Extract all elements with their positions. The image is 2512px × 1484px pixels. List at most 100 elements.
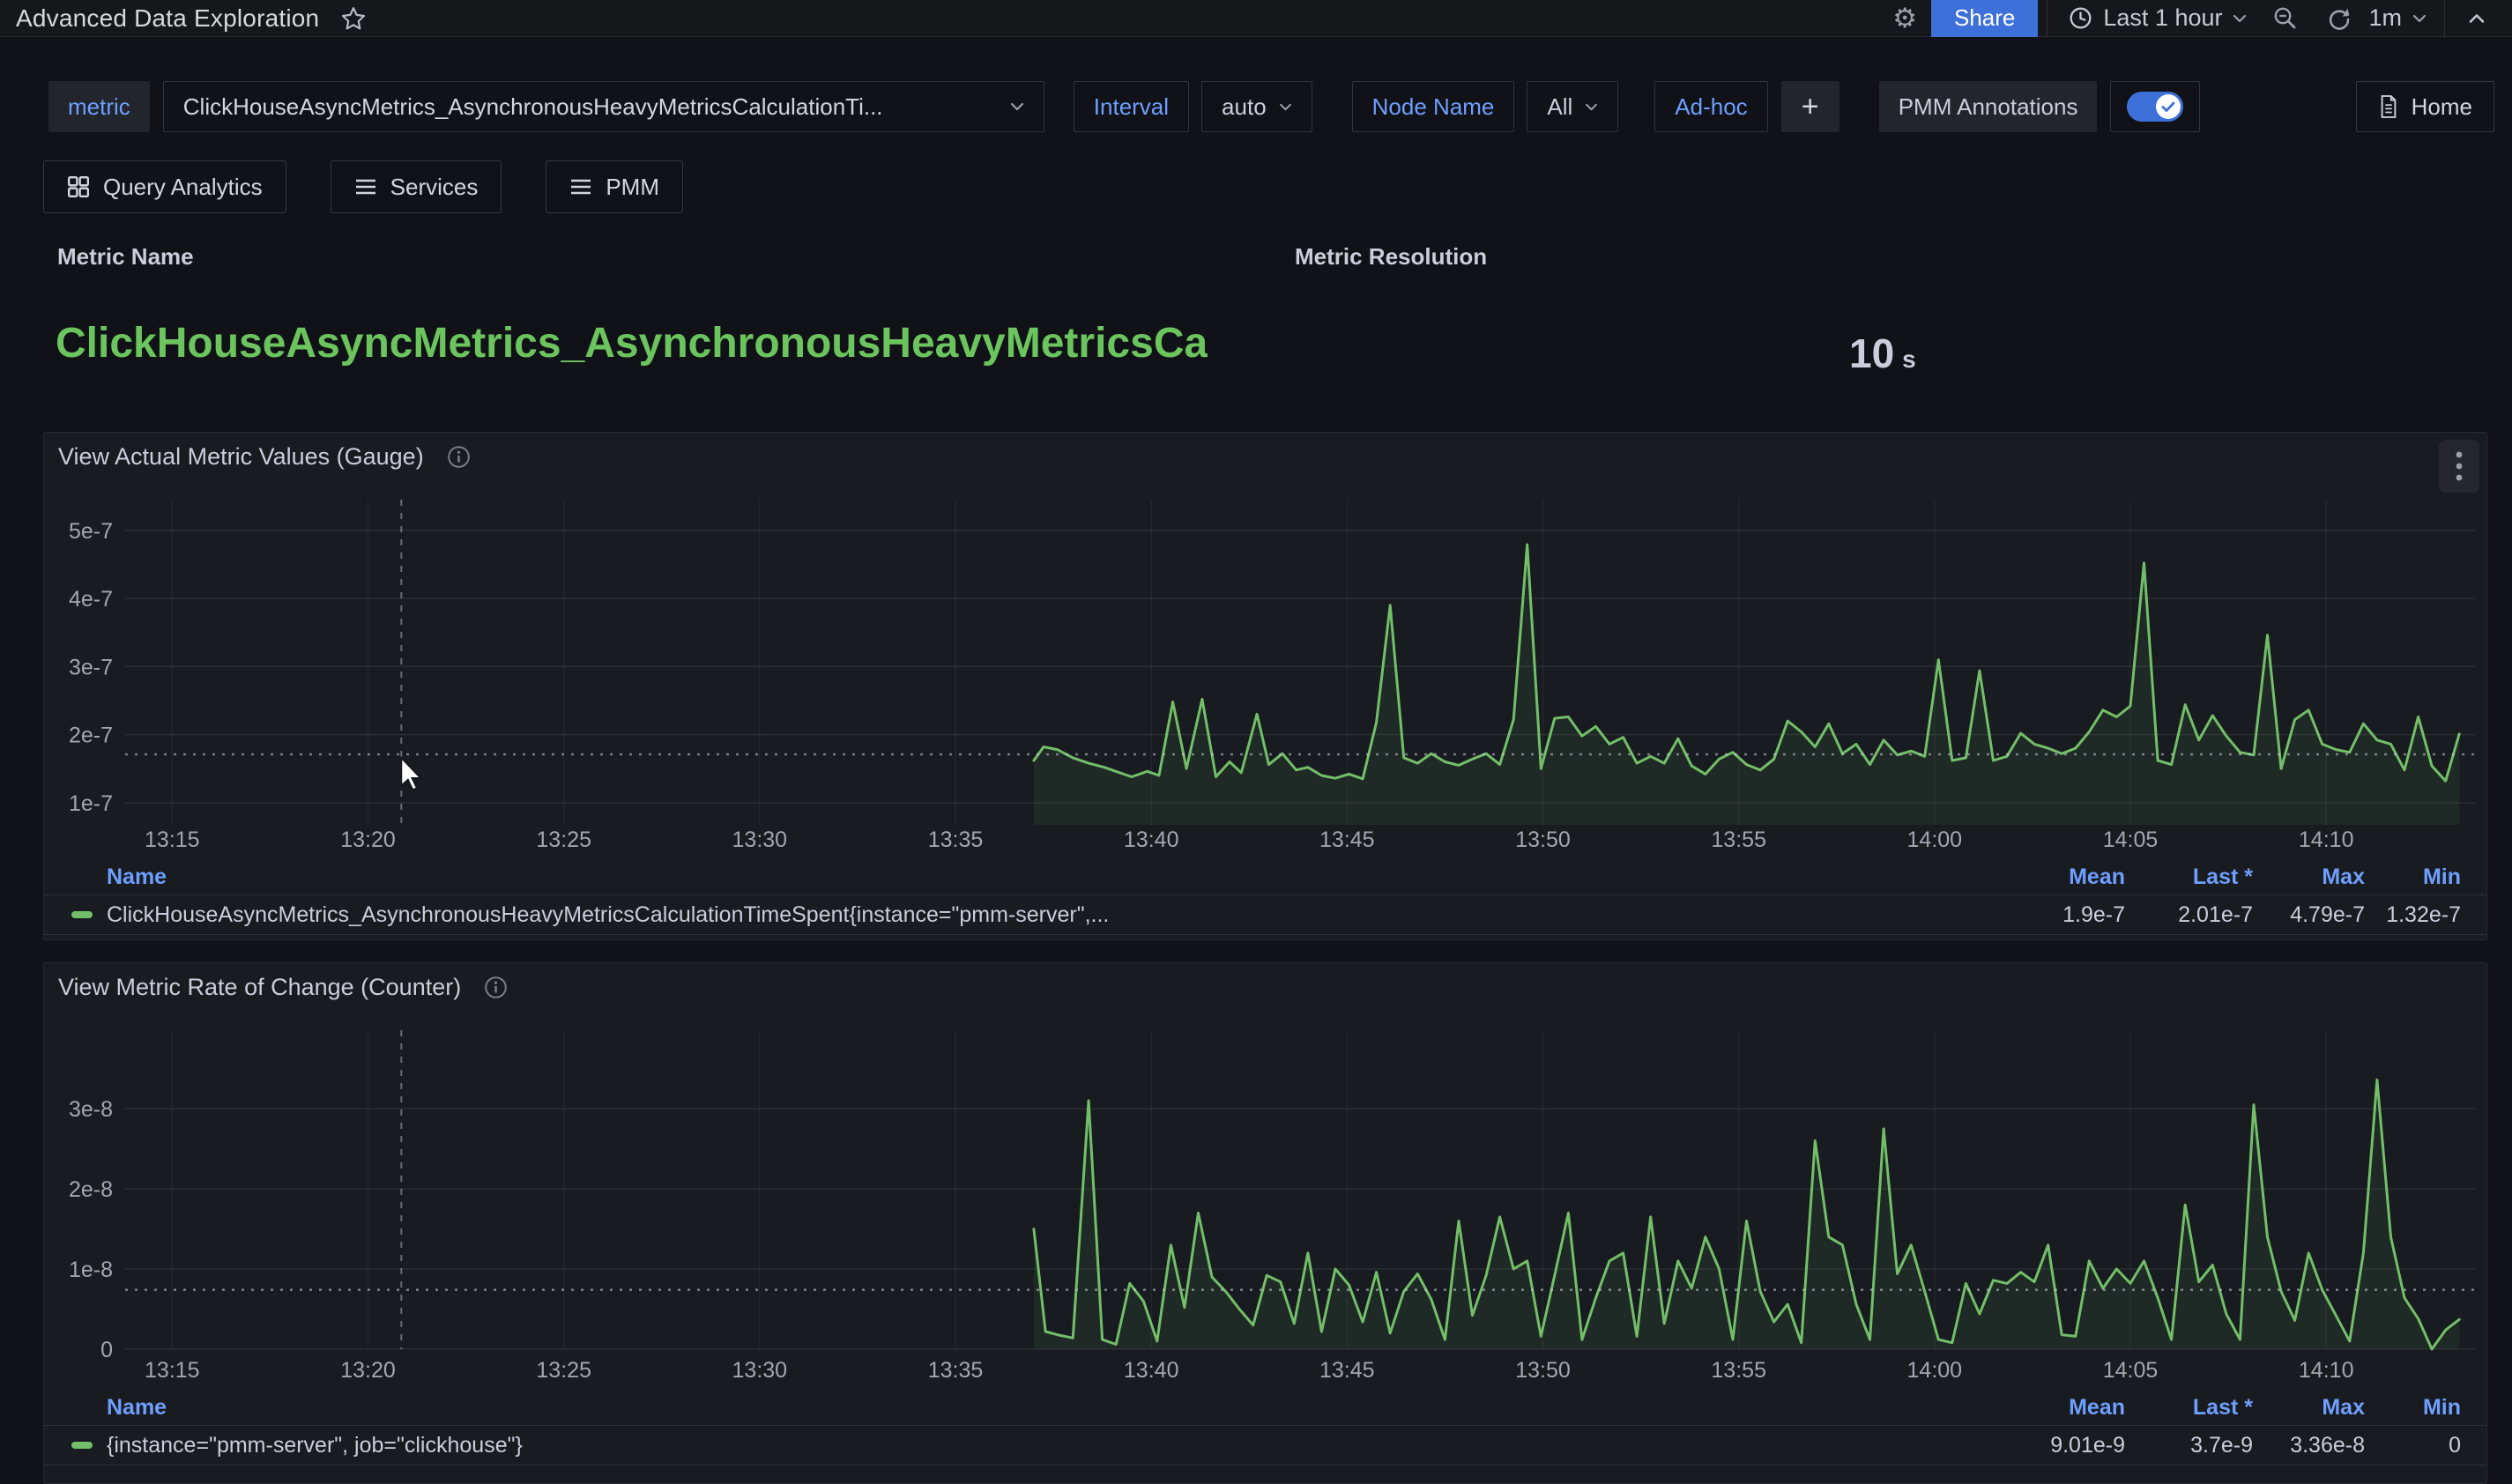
chevron-down-icon [2233,14,2247,23]
svg-text:0: 0 [100,1338,113,1362]
refresh-icon[interactable] [2326,6,2351,31]
panel-title: View Actual Metric Values (Gauge) [58,443,424,471]
legend-header-min[interactable]: Min [2365,864,2461,890]
gauge-values-chart[interactable]: 13:1513:2013:2513:3013:3513:4013:4513:50… [44,480,2486,859]
svg-text:14:00: 14:00 [1907,1358,1963,1383]
metric-resolution-value: 10 s [1849,330,1916,377]
legend-row[interactable]: {instance="pmm-server", job="clickhouse"… [44,1425,2486,1465]
svg-text:13:40: 13:40 [1124,1358,1179,1383]
series-last-value: 2.01e-7 [2125,902,2253,928]
legend-header: Name Mean Last * Max Min [44,859,2486,894]
star-icon[interactable] [340,5,367,32]
resolution-number: 10 [1849,330,1894,377]
legend-header-last[interactable]: Last * [2125,1395,2253,1421]
svg-text:3e-8: 3e-8 [69,1097,113,1122]
svg-text:13:25: 13:25 [536,827,591,852]
interval-variable-dropdown[interactable]: auto [1201,81,1312,132]
panel-header[interactable]: View Actual Metric Values (Gauge) [44,433,2486,480]
refresh-interval-dropdown[interactable]: 1m [2365,4,2435,32]
series-min-value: 0 [2365,1433,2461,1458]
info-icon[interactable] [484,976,508,999]
svg-text:13:25: 13:25 [536,1358,591,1383]
panel-title: View Metric Rate of Change (Counter) [58,974,461,1001]
series-min-value: 1.32e-7 [2365,902,2461,928]
legend-header-min[interactable]: Min [2365,1395,2461,1421]
pmm-label: PMM [606,174,659,201]
pmm-button[interactable]: PMM [546,160,683,213]
svg-text:13:35: 13:35 [928,1358,984,1383]
metric-variable-label: metric [48,81,150,132]
legend-header-last[interactable]: Last * [2125,864,2253,890]
series-mean-value: 1.9e-7 [1975,902,2125,928]
rate-of-change-chart[interactable]: 13:1513:2013:2513:3013:3513:4013:4513:50… [44,1011,2486,1390]
legend-header-max[interactable]: Max [2253,864,2365,890]
legend-header-name[interactable]: Name [107,864,1975,890]
home-button[interactable]: Home [2356,81,2494,132]
add-adhoc-filter-button[interactable]: + [1781,81,1839,132]
collapse-caret-up-icon[interactable] [2468,13,2486,24]
svg-text:14:05: 14:05 [2103,1358,2159,1383]
svg-text:13:45: 13:45 [1319,1358,1375,1383]
zoom-out-icon[interactable] [2273,6,2298,31]
top-nav: Advanced Data Exploration ⚙ Share Last 1… [0,0,2512,37]
node-name-variable-value: All [1547,93,1572,121]
metric-name-value: ClickHouseAsyncMetrics_AsynchronousHeavy… [56,319,1208,367]
node-name-variable-dropdown[interactable]: All [1527,81,1618,132]
svg-text:13:15: 13:15 [145,1358,200,1383]
series-name[interactable]: {instance="pmm-server", job="clickhouse"… [107,1433,1975,1458]
query-analytics-button[interactable]: Query Analytics [43,160,286,213]
svg-text:13:20: 13:20 [340,827,396,852]
toggle-pill [2127,92,2183,122]
svg-text:4e-7: 4e-7 [69,587,113,612]
legend-header-max[interactable]: Max [2253,1395,2365,1421]
dashboard-settings-gear-icon[interactable]: ⚙ [1892,4,1917,32]
svg-text:13:20: 13:20 [340,1358,396,1383]
panel-header[interactable]: View Metric Rate of Change (Counter) [44,963,2486,1011]
legend-header-mean[interactable]: Mean [1975,1395,2125,1421]
svg-text:14:10: 14:10 [2299,1358,2354,1383]
query-analytics-label: Query Analytics [103,174,263,201]
svg-text:3e-7: 3e-7 [69,655,113,679]
svg-text:13:55: 13:55 [1711,827,1766,852]
legend-header-mean[interactable]: Mean [1975,864,2125,890]
svg-text:13:15: 13:15 [145,827,200,852]
svg-text:13:35: 13:35 [928,827,984,852]
info-icon[interactable] [447,445,471,469]
chevron-down-icon [1585,103,1598,111]
pmm-annotations-toggle[interactable] [2110,81,2200,132]
grid-icon [67,175,90,198]
svg-text:1e-8: 1e-8 [69,1258,113,1282]
chevron-down-icon [2412,14,2427,23]
series-last-value: 3.7e-9 [2125,1433,2253,1458]
series-mean-value: 9.01e-9 [1975,1433,2125,1458]
node-name-variable-label: Node Name [1352,81,1515,132]
interval-variable-value: auto [1222,93,1267,121]
time-range-picker[interactable]: Last 1 hour [2056,4,2259,32]
legend-row[interactable]: ClickHouseAsyncMetrics_AsynchronousHeavy… [44,894,2486,935]
svg-text:14:00: 14:00 [1907,827,1963,852]
svg-text:13:30: 13:30 [732,827,788,852]
series-color-swatch [71,911,93,918]
metric-resolution-label: Metric Resolution [1295,243,1487,271]
chevron-down-icon [1279,103,1292,111]
series-max-value: 3.36e-8 [2253,1433,2365,1458]
series-color-swatch [71,1442,93,1449]
pmm-annotations-label: PMM Annotations [1879,81,2098,132]
svg-text:1e-7: 1e-7 [69,791,113,816]
services-button[interactable]: Services [331,160,502,213]
time-range-label: Last 1 hour [2103,4,2222,32]
share-button[interactable]: Share [1931,0,2038,37]
legend-header-name[interactable]: Name [107,1395,1975,1421]
dashboard-variables-row: metric ClickHouseAsyncMetrics_Asynchrono… [48,81,2494,132]
toggle-knob [2156,94,2181,119]
series-name[interactable]: ClickHouseAsyncMetrics_AsynchronousHeavy… [107,902,1975,928]
filters-spacer [2200,81,2355,132]
metric-variable-dropdown[interactable]: ClickHouseAsyncMetrics_AsynchronousHeavy… [163,81,1044,132]
menu-lines-icon [354,176,377,197]
svg-text:14:10: 14:10 [2299,827,2354,852]
metric-name-label: Metric Name [57,243,194,271]
legend-header: Name Mean Last * Max Min [44,1390,2486,1425]
svg-text:13:55: 13:55 [1711,1358,1766,1383]
series-max-value: 4.79e-7 [2253,902,2365,928]
interval-variable-label: Interval [1074,81,1189,132]
